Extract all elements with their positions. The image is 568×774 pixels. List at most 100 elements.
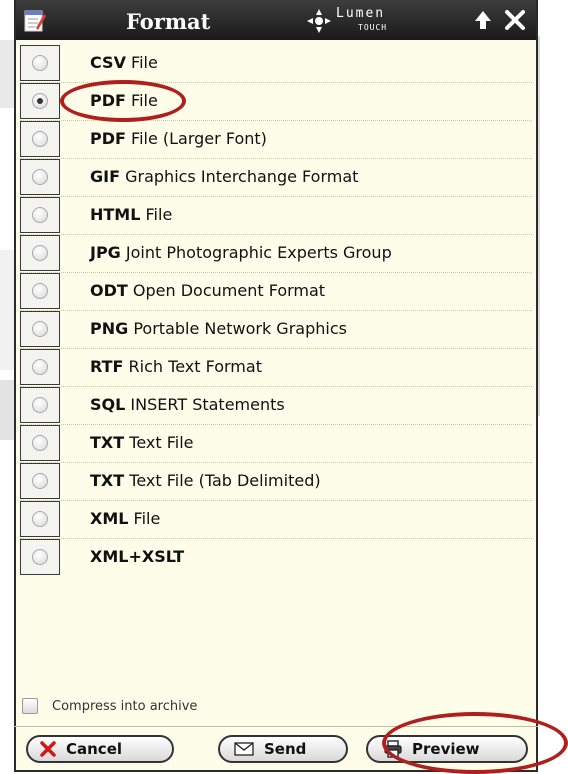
background-window-fragment	[0, 250, 14, 370]
format-desc: File	[133, 509, 161, 528]
logo-name: Lumen	[336, 6, 386, 21]
format-radio[interactable]	[32, 435, 48, 451]
format-label[interactable]: PNG Portable Network Graphics	[90, 319, 347, 338]
format-desc: File	[145, 205, 173, 224]
format-radio[interactable]	[32, 207, 48, 223]
format-code: HTML	[90, 205, 141, 224]
format-row-xml-xslt[interactable]: XML+XSLT	[20, 539, 532, 576]
radio-cell[interactable]	[20, 387, 60, 423]
format-radio[interactable]	[32, 321, 48, 337]
format-desc: Text File (Tab Delimited)	[129, 471, 321, 490]
format-desc: INSERT Statements	[130, 395, 285, 414]
format-code: XML+XSLT	[90, 547, 185, 566]
format-desc: Portable Network Graphics	[133, 319, 347, 338]
format-label[interactable]: PDF File (Larger Font)	[90, 129, 267, 148]
format-row-csv[interactable]: CSV File	[20, 45, 532, 83]
send-button[interactable]: Send	[218, 735, 348, 763]
format-radio[interactable]	[32, 169, 48, 185]
format-label[interactable]: XML+XSLT	[90, 547, 184, 566]
format-code: SQL	[90, 395, 126, 414]
format-row-txt[interactable]: TXT Text File	[20, 425, 532, 463]
format-label[interactable]: TXT Text File (Tab Delimited)	[90, 471, 321, 490]
radio-cell[interactable]	[20, 539, 60, 575]
preview-highlight-ellipse	[382, 712, 568, 774]
radio-cell[interactable]	[20, 235, 60, 271]
format-code: PDF	[90, 129, 126, 148]
format-radio[interactable]	[32, 511, 48, 527]
notepad-icon	[24, 10, 46, 32]
cancel-button[interactable]: Cancel	[26, 735, 174, 763]
format-label[interactable]: HTML File	[90, 205, 172, 224]
format-radio[interactable]	[32, 131, 48, 147]
send-label: Send	[264, 740, 307, 758]
logo-sub: TOUCH	[358, 23, 388, 32]
format-radio[interactable]	[32, 245, 48, 261]
format-label[interactable]: GIF Graphics Interchange Format	[90, 167, 358, 186]
compass-arrows-icon	[307, 9, 331, 33]
format-code: TXT	[90, 433, 125, 452]
dialog-titlebar[interactable]: Format Lumen TOUCH	[16, 0, 536, 40]
format-radio[interactable]	[32, 549, 48, 565]
format-radio[interactable]	[32, 283, 48, 299]
format-row-pdf-large[interactable]: PDF File (Larger Font)	[20, 121, 532, 159]
format-label[interactable]: TXT Text File	[90, 433, 193, 452]
format-label[interactable]: XML File	[90, 509, 160, 528]
format-row-xml[interactable]: XML File	[20, 501, 532, 539]
format-code: TXT	[90, 471, 125, 490]
format-desc: File	[131, 53, 158, 72]
radio-cell[interactable]	[20, 273, 60, 309]
compress-option[interactable]: Compress into archive	[22, 698, 197, 714]
radio-cell[interactable]	[20, 501, 60, 537]
format-label[interactable]: SQL INSERT Statements	[90, 395, 285, 414]
format-code: CSV	[90, 53, 126, 72]
format-desc: Text File	[129, 433, 194, 452]
format-row-txt-tab[interactable]: TXT Text File (Tab Delimited)	[20, 463, 532, 501]
format-desc: Open Document Format	[132, 281, 326, 300]
format-desc: Joint Photographic Experts Group	[125, 243, 392, 262]
dialog-title: Format	[126, 9, 211, 34]
radio-cell[interactable]	[20, 45, 60, 81]
format-code: ODT	[90, 281, 128, 300]
format-radio[interactable]	[32, 55, 48, 71]
format-desc: File (Larger Font)	[131, 129, 267, 148]
format-row-gif[interactable]: GIF Graphics Interchange Format	[20, 159, 532, 197]
radio-cell[interactable]	[20, 121, 60, 157]
radio-cell[interactable]	[20, 83, 60, 119]
format-row-jpg[interactable]: JPG Joint Photographic Experts Group	[20, 235, 532, 273]
format-row-sql[interactable]: SQL INSERT Statements	[20, 387, 532, 425]
format-radio[interactable]	[32, 359, 48, 375]
format-radio[interactable]	[32, 397, 48, 413]
format-radio-selected[interactable]	[32, 93, 48, 109]
format-label[interactable]: RTF Rich Text Format	[90, 357, 262, 376]
pdf-highlight-ellipse	[60, 80, 186, 122]
format-row-png[interactable]: PNG Portable Network Graphics	[20, 311, 532, 349]
radio-cell[interactable]	[20, 463, 60, 499]
compress-label: Compress into archive	[52, 698, 198, 714]
arrow-up-icon[interactable]	[474, 10, 492, 30]
background-window-fragment	[0, 380, 14, 440]
format-row-html[interactable]: HTML File	[20, 197, 532, 235]
format-desc: Rich Text Format	[128, 357, 262, 376]
close-icon[interactable]	[504, 9, 526, 31]
format-code: XML	[90, 509, 129, 528]
format-label[interactable]: CSV File	[90, 53, 158, 72]
radio-cell[interactable]	[20, 311, 60, 347]
format-radio[interactable]	[32, 473, 48, 489]
cancel-label: Cancel	[66, 740, 123, 758]
format-list: CSV File PDF File PDF File (Larger Font)…	[20, 45, 532, 576]
envelope-icon	[234, 742, 254, 756]
format-row-rtf[interactable]: RTF Rich Text Format	[20, 349, 532, 387]
format-label[interactable]: ODT Open Document Format	[90, 281, 325, 300]
radio-cell[interactable]	[20, 197, 60, 233]
background-window-fragment	[0, 40, 14, 108]
lumen-touch-logo: Lumen TOUCH	[306, 4, 426, 38]
radio-cell[interactable]	[20, 349, 60, 385]
format-label[interactable]: JPG Joint Photographic Experts Group	[90, 243, 392, 262]
radio-cell[interactable]	[20, 159, 60, 195]
compress-checkbox[interactable]	[22, 698, 38, 714]
red-x-icon	[40, 741, 56, 757]
radio-cell[interactable]	[20, 425, 60, 461]
format-code: RTF	[90, 357, 124, 376]
format-row-odt[interactable]: ODT Open Document Format	[20, 273, 532, 311]
format-code: GIF	[90, 167, 121, 186]
